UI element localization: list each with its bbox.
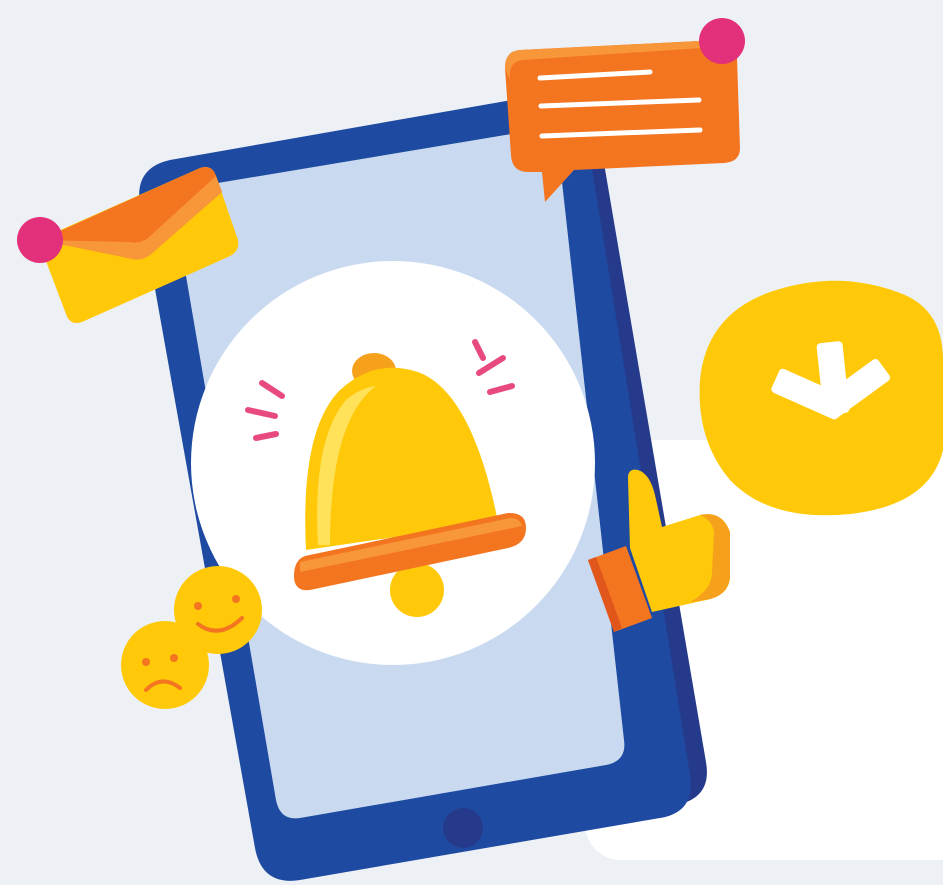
- asterisk-badge-icon: [699, 280, 943, 516]
- smiley-happy-icon: [174, 566, 262, 654]
- envelope-notification-dot: [17, 217, 63, 263]
- illustration-canvas: [0, 0, 943, 885]
- chat-notification-dot: [699, 18, 745, 64]
- illustration-svg: [17, 18, 943, 881]
